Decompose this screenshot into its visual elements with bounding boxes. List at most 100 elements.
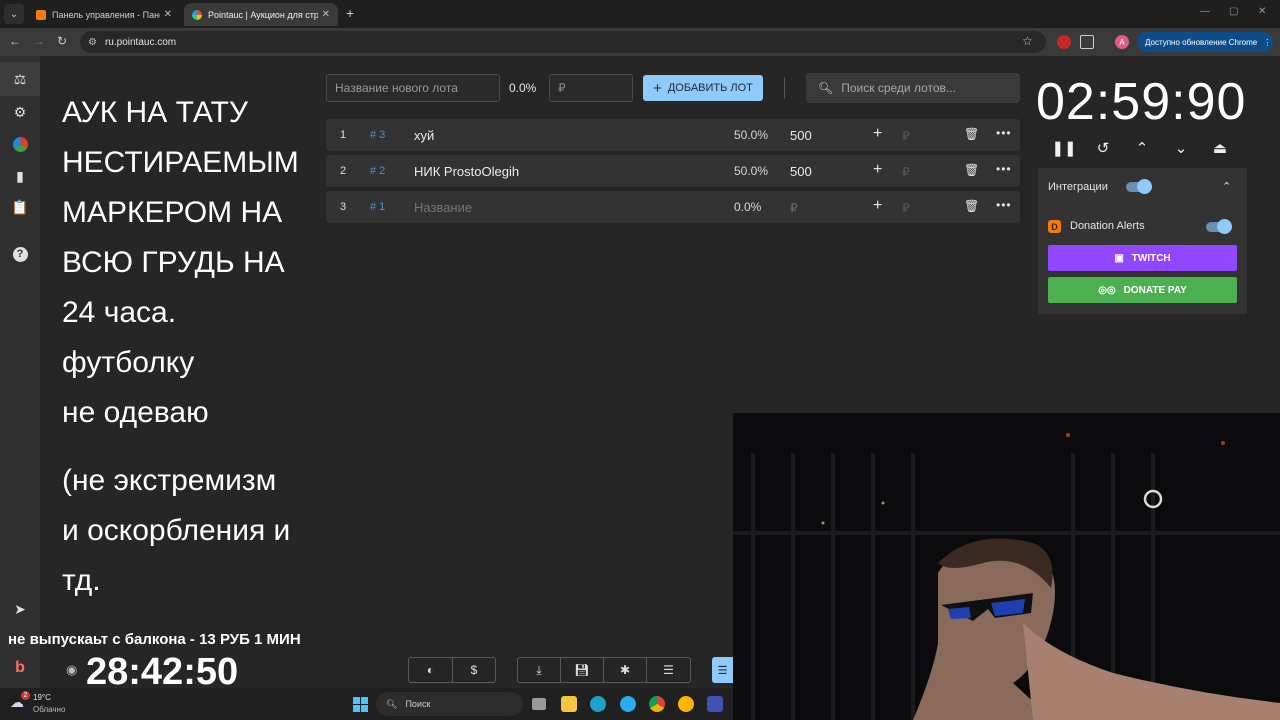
telegram-app-icon[interactable] [620,696,636,712]
lots-toolbar: ⤓ 💾︎ ✱ ☰ [517,657,691,683]
lot-extra-amount-input[interactable]: ₽ [902,129,910,143]
more-icon[interactable]: ••• [996,198,1012,212]
double-chevron-up-icon: ⏏ [1212,140,1228,157]
close-icon[interactable]: ✕ [322,9,330,20]
webcam-image [733,413,1280,720]
reset-button[interactable]: ↺ [1093,138,1113,158]
lot-extra-amount-input[interactable]: ₽ [902,201,910,215]
windows-start-button[interactable] [353,697,368,712]
auction-rules-text: АУК НА ТАТУ НЕСТИРАЕМЫМ МАРКЕРОМ НА ВСЮ … [62,88,322,606]
chrome-update-button[interactable]: Доступно обновление Chrome ⋮ [1137,32,1273,52]
taskbar-search[interactable]: 🔍︎ Поиск [376,692,523,716]
subtract-time-button[interactable]: ⌄ [1171,138,1191,158]
sidebar-item-donation[interactable]: b [10,658,30,678]
extensions-puzzle-icon[interactable] [1080,35,1094,49]
weather-badge: 2 [21,691,30,700]
tab-search-button[interactable]: ⌄ [4,4,24,24]
edge-icon[interactable] [590,696,606,712]
donatepay-icon: ◎◎ [1098,284,1116,296]
chevron-down-icon: ⌄ [9,8,19,20]
lot-index: 3 [340,201,347,213]
chevron-up-icon: ⌃ [1135,140,1149,157]
chevron-up-icon[interactable]: ⌃ [1222,180,1231,193]
lot-amount[interactable]: 500 [790,164,812,179]
clipboard-icon: 📋 [11,198,29,215]
tab-dashboard[interactable]: Панель управления - Панель ✕ [28,3,180,26]
trash-icon[interactable]: 🗑︎ [964,163,979,177]
donation-alerts-toggle[interactable] [1206,219,1232,234]
rules-line: 24 часа. [62,296,177,329]
reload-icon[interactable]: ↻ [57,34,67,48]
lot-search-input[interactable] [841,81,1012,95]
site-info-icon[interactable]: ⚙ [88,37,97,48]
lot-amount-input[interactable]: ₽ [790,201,798,215]
add-lot-button[interactable]: + ДОБАВИТЬ ЛОТ [643,75,763,101]
donate-button[interactable]: $ [453,658,495,682]
lot-name[interactable]: хуй [414,128,434,143]
weather-temperature: 19°C [33,693,51,702]
sidebar-item-settings[interactable]: ⚙ [10,102,30,122]
double-time-button[interactable]: ⏏ [1210,138,1230,158]
extension-red-icon[interactable] [1057,35,1071,49]
browser-titlebar: ⌄ Панель управления - Панель ✕ Pointauc … [0,0,1280,28]
save-button[interactable]: 💾︎ [561,658,604,682]
sidebar-item-help[interactable]: ? [10,244,30,264]
forward-icon[interactable]: → [33,34,45,48]
maximize-icon[interactable]: ▢ [1229,6,1238,17]
trash-icon[interactable]: 🗑︎ [964,199,979,213]
lot-search[interactable]: 🔍︎ [806,73,1020,103]
bar-chart-icon: ▮ [16,167,24,184]
sidebar-item-wheel[interactable] [10,134,30,154]
lot-name[interactable]: НИК ProstoOlegih [414,164,519,179]
file-explorer-icon[interactable] [561,696,577,712]
lot-name-input[interactable]: Название [414,200,472,215]
task-view-icon[interactable] [532,698,546,710]
integrations-toggle[interactable] [1126,179,1152,194]
countdown-timer: 02:59:90 [1036,73,1247,131]
clear-lots-button[interactable]: ☰ [647,658,690,682]
download-button[interactable]: ⤓ [518,658,561,682]
sidebar-item-telegram[interactable]: ➤ [10,599,30,619]
close-icon[interactable]: ✕ [164,9,172,20]
search-icon: 🔍︎ [386,698,398,709]
lot-row: 3 # 1 Название 0.0% ₽ + ₽ 🗑︎ ••• [326,191,1020,223]
sidebar-item-history[interactable]: 📋 [10,197,30,217]
close-window-icon[interactable]: ✕ [1258,6,1266,17]
rules-line: тд. [62,564,101,597]
add-amount-icon[interactable]: + [873,197,882,215]
minimize-icon[interactable]: — [1200,6,1210,17]
add-amount-icon[interactable]: + [873,161,882,179]
trash-icon[interactable]: 🗑︎ [964,127,979,141]
new-lot-name-input[interactable] [326,74,500,102]
sidebar-item-stats[interactable]: ▮ [10,166,30,186]
rules-line: МАРКЕРОМ НА [62,196,283,229]
add-time-button[interactable]: ⌃ [1132,138,1152,158]
new-tab-icon[interactable]: + [346,5,354,21]
twitch-button[interactable]: ▣ TWITCH [1048,245,1237,271]
github-button[interactable]: ◐ [409,658,453,682]
lot-extra-amount-input[interactable]: ₽ [902,165,910,179]
lot-id[interactable]: # 3 [370,129,385,141]
pause-button[interactable]: ❚❚ [1051,138,1076,158]
address-bar[interactable]: ⚙ ru.pointauc.com [80,31,1046,53]
lot-amount[interactable]: 500 [790,128,812,143]
stats-app-icon[interactable] [707,696,723,712]
chrome-icon[interactable] [649,696,665,712]
app-icon[interactable] [678,696,694,712]
new-lot-amount-input[interactable] [549,74,633,102]
sidebar-item-auction[interactable]: ⚖ [0,62,40,96]
tab-pointauc[interactable]: Pointauc | Аукцион для стрим ✕ [184,3,338,26]
bookmark-star-icon[interactable]: ☆ [1022,34,1033,48]
donatepay-button[interactable]: ◎◎ DONATE PAY [1048,277,1237,303]
list-view-button[interactable]: ☰ [712,657,733,683]
bug-report-button[interactable]: ✱ [604,658,647,682]
clear-list-icon: ☰ [663,663,674,677]
lot-id[interactable]: # 1 [370,201,385,213]
gavel-icon: ⚖ [13,70,27,87]
avatar[interactable]: A [1115,35,1129,49]
add-amount-icon[interactable]: + [873,125,882,143]
more-icon[interactable]: ••• [996,162,1012,176]
lot-id[interactable]: # 2 [370,165,385,177]
back-icon[interactable]: ← [9,34,21,48]
more-icon[interactable]: ••• [996,126,1012,140]
